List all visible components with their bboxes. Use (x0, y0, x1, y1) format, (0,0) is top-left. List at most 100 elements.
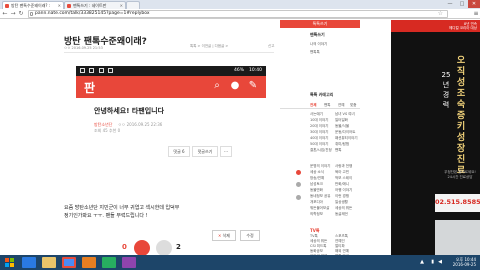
category-link[interactable]: 어행 이야기 (335, 188, 352, 193)
browser-menu-icon[interactable]: ≡ (472, 10, 480, 18)
pann-app-bar: 판 ⌕ ● ✎ (76, 76, 266, 98)
close-window-button[interactable]: ✕ (468, 0, 480, 8)
url-input[interactable]: pann.nate.com/talk/333825145?page=1#repl… (28, 10, 448, 18)
category-tab[interactable]: 연예 (338, 102, 344, 109)
category-tab[interactable]: 전체 (310, 102, 316, 109)
category-link[interactable]: 운동/다이어트 (335, 130, 356, 135)
category-tab[interactable]: 맞춤 (350, 102, 356, 109)
ad-award-text: 8년 연속 헤디컬 코리아 대상 (391, 20, 480, 32)
category-link[interactable]: 30대 이야기 (310, 130, 328, 135)
notification-icon (98, 68, 104, 73)
battery-percent: 46% (233, 68, 244, 73)
category-link[interactable]: 남성토크 (310, 182, 323, 187)
tab-write[interactable]: 팬톡쓰기 : 네이트판 ✕ (64, 1, 126, 9)
page-icon (30, 12, 33, 16)
hospital-ad-banner[interactable]: 8년 연속 헤디컬 코리아 대상 25년경력 오직성조숙증키성장진료 우정단된 … (391, 20, 480, 255)
category-link[interactable]: 동글제언 (335, 212, 348, 217)
dislike-button[interactable] (156, 240, 172, 256)
category-link[interactable]: 먹보 스테이 (335, 176, 352, 181)
category-link[interactable]: 취미/탐험 (335, 142, 349, 147)
reload-button[interactable]: ↻ (17, 10, 25, 18)
phone-reply-write-button: 댓글쓰기 (192, 146, 218, 157)
close-tab-icon[interactable]: ✕ (120, 2, 123, 9)
category-link[interactable]: 사는얘기 (310, 112, 323, 117)
edit-button[interactable]: 수정 (240, 230, 260, 241)
delete-label: 삭제 (222, 233, 230, 238)
pann-logo: 판 (84, 81, 96, 95)
tray-clock[interactable]: 오후 10:44 2016-09-25 (453, 257, 476, 267)
windows-taskbar: ▲ ▮ ◀ 오후 10:44 2016-09-25 (0, 255, 480, 270)
category-link[interactable]: 뭐든물어보살 (310, 206, 329, 211)
tab-article[interactable]: 방탄 팬톡수준왜이래? : ✕ (2, 1, 64, 9)
report-link[interactable]: 신고 (268, 44, 274, 49)
category-link[interactable]: 10대 이야기 (310, 118, 328, 123)
category-link[interactable]: 팬톡 (335, 148, 341, 153)
phone-time: 10:40 (249, 68, 262, 73)
category-link[interactable]: 개포디아 (310, 200, 323, 205)
tab-label: 팬톡쓰기 : 네이트판 (73, 3, 107, 8)
category-link[interactable]: 일터일화 (335, 118, 348, 123)
category-title: 톡톡 카테고리 (310, 92, 334, 97)
new-tab-button[interactable] (126, 1, 140, 9)
category-link[interactable]: 방송/연예 (310, 176, 324, 181)
category-link[interactable]: 40대 이야기 (310, 136, 328, 141)
delete-button[interactable]: ✕ 삭제 (212, 230, 236, 241)
write-talk-button[interactable]: 톡톡쓰기 (280, 20, 360, 28)
bookmark-star-icon[interactable]: ☆ (438, 11, 443, 17)
notification-icon (108, 68, 114, 73)
embedded-phone-screenshot: 46% 10:40 판 ⌕ ● ✎ 안녕하세요! 타팬입니다 방탄소년단 ㅇㅇ … (76, 66, 266, 178)
photo-icon[interactable] (122, 257, 136, 268)
edit-icon: ✎ (248, 80, 258, 91)
media-icon[interactable] (82, 257, 96, 268)
article-meta: ㅇㅇ 2016.09.25 21:53 (64, 46, 103, 50)
category-link[interactable]: 동물만화 (310, 188, 323, 193)
ad-photo-panel (435, 220, 480, 255)
category-link[interactable]: 이런 경쟁 (335, 194, 349, 199)
category-link[interactable]: 육아 고민 (335, 170, 349, 175)
clock-date: 2016-09-25 (452, 262, 476, 267)
category-link[interactable]: 의학정보 (310, 212, 323, 217)
phone-reply-count-button: 댓글 6 (168, 146, 190, 157)
category-link[interactable]: 20대 이야기 (310, 124, 328, 129)
more-label: ··· (224, 149, 228, 154)
like-count: 0 (122, 243, 127, 251)
category-link[interactable]: 동물/식물 (335, 124, 349, 129)
delete-x-icon: ✕ (217, 233, 222, 238)
my-item[interactable]: 나의 이야기 (310, 42, 327, 47)
windows-start-icon[interactable] (4, 257, 16, 268)
category-link[interactable]: 일상생활 (335, 200, 348, 205)
back-button[interactable]: ← (1, 10, 9, 18)
phone-views: 조회 45 추천 0 (94, 128, 121, 133)
user-icon: ● (230, 80, 240, 91)
category-link[interactable]: 세상 소식 (310, 170, 324, 175)
right-sidebar: 톡톡쓰기 팬톡쓰기 나의 이야기 팬톡톡 톡톡 카테고리 전체 팬톡 연예 맞춤… (280, 20, 360, 255)
folder-icon[interactable] (42, 257, 56, 268)
close-tab-icon[interactable]: ✕ (58, 2, 61, 9)
category-link[interactable]: 50대 이야기 (310, 142, 328, 147)
category-link[interactable]: 사랑과 전쟁 (335, 164, 352, 169)
phone-status-bar: 46% 10:40 (76, 66, 266, 76)
maximize-button[interactable]: □ (456, 0, 468, 8)
ad-subtext: 우정단된 올바르세요! 24시간 진료상담 (444, 170, 476, 179)
chat-icon[interactable] (102, 257, 116, 268)
chrome-icon[interactable] (62, 257, 76, 268)
ie-icon[interactable] (22, 257, 36, 268)
category-tab[interactable]: 팬톡 (324, 102, 330, 109)
category-link[interactable]: 남녀 VS 여녀 (335, 112, 355, 117)
ad-years: 25년경력 (441, 71, 451, 109)
category-link[interactable]: 운명의 이야기 (310, 164, 330, 169)
minimize-button[interactable]: — (444, 0, 456, 8)
network-icon[interactable]: ▮ (431, 259, 434, 265)
tray-arrow-icon[interactable]: ▲ (420, 259, 424, 265)
category-link[interactable]: 동네정보 공유 (310, 194, 330, 199)
category-link[interactable]: 만화/애니 (335, 182, 349, 187)
my-item[interactable]: 팬톡톡 (310, 50, 320, 55)
volume-icon[interactable]: ◀ (438, 259, 442, 265)
article-nav[interactable]: 톡톡 > 이전글 | 다음글 > (190, 44, 228, 49)
forward-button[interactable]: → (9, 10, 17, 18)
category-link[interactable]: 패션뷰티이야기 (335, 136, 358, 141)
category-link[interactable]: 결혼/시집/친정 (310, 148, 332, 153)
article-body: 요즘 방탄소년단 지민군이 너무 귀엽고 섹시한데 입덕부 정기인가봐요 ㅜㅜ.… (64, 205, 180, 219)
like-button[interactable] (134, 240, 150, 256)
category-link[interactable]: 세상의 뭐든 (335, 206, 352, 211)
